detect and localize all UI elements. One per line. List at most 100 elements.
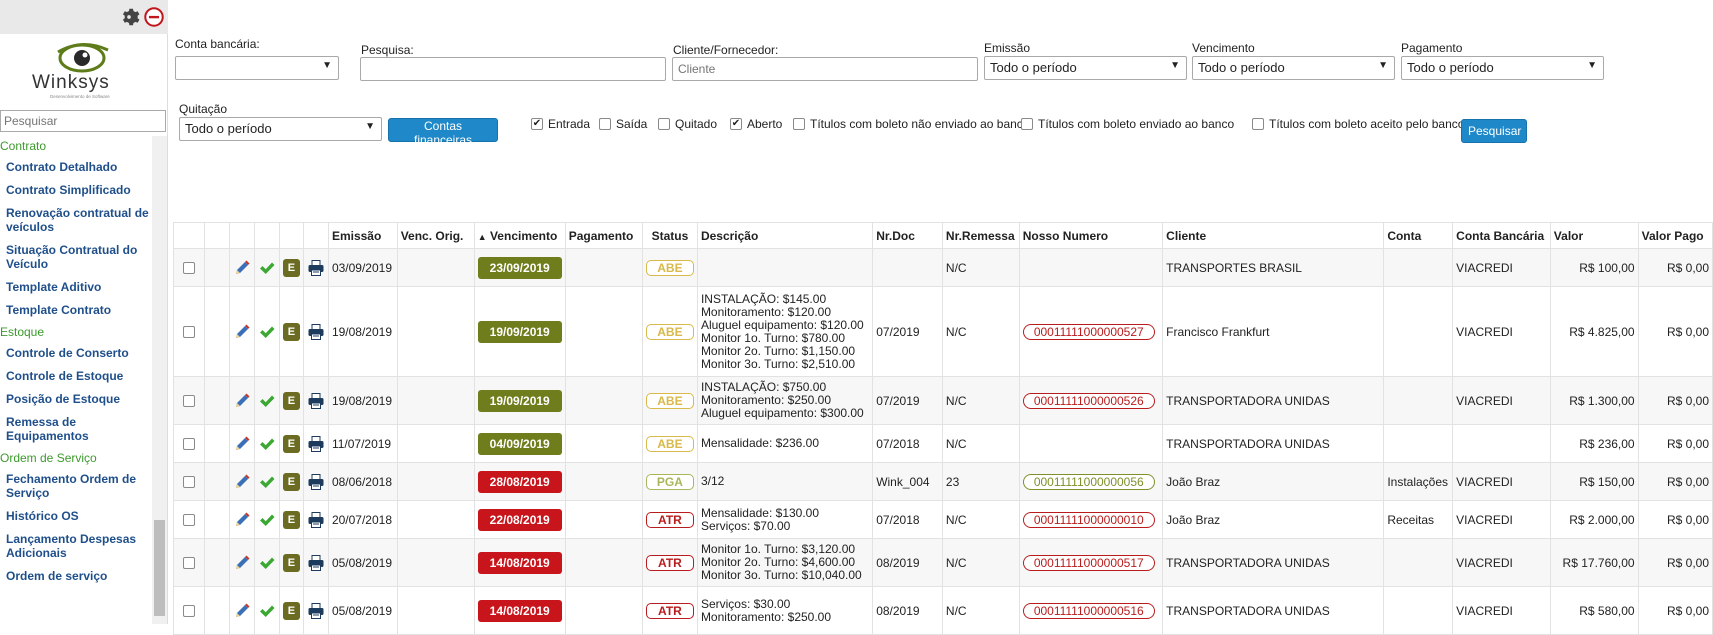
row-confirm-cell[interactable]	[253, 500, 280, 539]
checkbox-checked-icon[interactable]: ✔	[730, 118, 742, 130]
row-print-cell[interactable]	[302, 424, 329, 463]
row-confirm-cell[interactable]	[253, 424, 280, 463]
header-status[interactable]: Status	[641, 222, 698, 249]
row-edit-cell[interactable]	[228, 248, 255, 287]
checkmark-icon[interactable]	[258, 554, 276, 572]
filter-checkbox[interactable]: ✔ Entrada	[531, 117, 590, 131]
filter-checkbox[interactable]: Títulos com boleto não enviado ao banco	[793, 117, 1029, 131]
row-checkbox[interactable]	[183, 438, 196, 451]
printer-icon[interactable]	[307, 602, 325, 620]
filter-checkbox[interactable]: Quitado	[658, 117, 717, 131]
header-vencimento[interactable]: ▲ Vencimento	[473, 222, 566, 249]
table-row[interactable]: E 03/09/2019 23/09/2019 ABE N/C TRANSPORTES B…	[172, 248, 1713, 287]
header-conta[interactable]: Conta	[1383, 222, 1454, 249]
checkmark-icon[interactable]	[258, 435, 276, 453]
row-e-cell[interactable]: E	[278, 586, 304, 635]
sidebar-item[interactable]: Renovação contratual de veículos	[0, 202, 152, 239]
table-row[interactable]: E 19/08/2019 19/09/2019 ABE INSTALAÇÃO: $145…	[172, 286, 1713, 377]
filter-checkbox[interactable]: Saída	[599, 117, 647, 131]
conta-bancaria-select[interactable]: ▼	[175, 56, 339, 80]
row-edit-cell[interactable]	[228, 586, 255, 635]
sidebar-item[interactable]: Contrato Simplificado	[0, 179, 152, 202]
row-select-cell[interactable]	[172, 462, 206, 501]
sidebar-item[interactable]: Remessa de Equipamentos	[0, 411, 152, 448]
header-nosso-numero[interactable]: Nosso Numero	[1018, 222, 1164, 249]
checkbox-unchecked-icon[interactable]	[658, 118, 670, 130]
sidebar-item[interactable]: Template Contrato	[0, 299, 152, 322]
row-select-cell[interactable]	[172, 538, 206, 587]
printer-icon[interactable]	[307, 554, 325, 572]
row-confirm-cell[interactable]	[253, 538, 280, 587]
header-nr-doc[interactable]: Nr.Doc	[872, 222, 943, 249]
header-venc-orig[interactable]: Venc. Orig.	[396, 222, 475, 249]
sidebar-item[interactable]: Controle de Conserto	[0, 342, 152, 365]
checkmark-icon[interactable]	[258, 392, 276, 410]
row-checkbox[interactable]	[183, 476, 196, 489]
row-select-cell[interactable]	[172, 286, 206, 377]
filter-checkbox[interactable]: ✔ Aberto	[730, 117, 782, 131]
close-circle-icon[interactable]	[143, 6, 165, 28]
quitacao-select[interactable]: Todo o período ▼	[179, 117, 382, 141]
sidebar-item[interactable]: Template Aditivo	[0, 276, 152, 299]
checkmark-icon[interactable]	[258, 323, 276, 341]
checkbox-unchecked-icon[interactable]	[599, 118, 611, 130]
sidebar-scroll-thumb[interactable]	[154, 520, 165, 616]
row-edit-cell[interactable]	[228, 424, 255, 463]
header-cliente[interactable]: Cliente	[1162, 222, 1385, 249]
checkmark-icon[interactable]	[258, 259, 276, 277]
checkmark-icon[interactable]	[258, 473, 276, 491]
sidebar-item[interactable]: Contrato Detalhado	[0, 156, 152, 179]
header-nr-remessa[interactable]: Nr.Remessa	[941, 222, 1020, 249]
row-print-cell[interactable]	[302, 376, 329, 425]
sidebar-search-input[interactable]	[0, 110, 166, 132]
edit-pencil-icon[interactable]	[233, 323, 251, 341]
row-confirm-cell[interactable]	[253, 286, 280, 377]
row-e-cell[interactable]: E	[278, 376, 304, 425]
table-row[interactable]: E 19/08/2019 19/09/2019 ABE INSTALAÇÃO: $750…	[172, 376, 1713, 425]
e-button[interactable]: E	[282, 472, 300, 491]
row-print-cell[interactable]	[302, 286, 329, 377]
row-edit-cell[interactable]	[228, 376, 255, 425]
header-emissao[interactable]: Emissão	[327, 222, 398, 249]
checkmark-icon[interactable]	[258, 511, 276, 529]
row-select-cell[interactable]	[172, 424, 206, 463]
table-row[interactable]: E 11/07/2019 04/09/2019 ABE Mensalidade: $23…	[172, 424, 1713, 463]
sidebar-item[interactable]: Ordem de serviço	[0, 565, 152, 588]
contas-financeiras-button[interactable]: Contas financeiras	[388, 118, 498, 147]
checkbox-unchecked-icon[interactable]	[1252, 118, 1264, 130]
filter-checkbox[interactable]: Títulos com boleto enviado ao banco	[1021, 117, 1234, 131]
row-confirm-cell[interactable]	[253, 462, 280, 501]
e-button[interactable]: E	[282, 434, 300, 453]
row-e-cell[interactable]: E	[278, 424, 304, 463]
checkbox-unchecked-icon[interactable]	[1021, 118, 1033, 130]
row-checkbox[interactable]	[183, 557, 196, 570]
table-row[interactable]: E 20/07/2018 22/08/2019 ATR Mensalidade: $13…	[172, 500, 1713, 539]
emissao-select[interactable]: Todo o período ▼	[984, 56, 1187, 80]
sidebar-item[interactable]: Histórico OS	[0, 505, 152, 528]
edit-pencil-icon[interactable]	[233, 473, 251, 491]
sidebar-item[interactable]: Posição de Estoque	[0, 388, 152, 411]
row-checkbox[interactable]	[183, 514, 196, 527]
pesquisa-input[interactable]	[360, 57, 666, 81]
sidebar-item[interactable]: Lançamento Despesas Adicionais	[0, 528, 152, 565]
header-valor-pago[interactable]: Valor Pago	[1637, 222, 1713, 249]
row-edit-cell[interactable]	[228, 538, 255, 587]
sidebar-item[interactable]: Controle de Estoque	[0, 365, 152, 388]
printer-icon[interactable]	[307, 259, 325, 277]
row-select-cell[interactable]	[172, 586, 206, 635]
row-confirm-cell[interactable]	[253, 376, 280, 425]
printer-icon[interactable]	[307, 511, 325, 529]
header-conta-bancaria[interactable]: Conta Bancária	[1452, 222, 1551, 249]
e-button[interactable]: E	[282, 258, 300, 277]
row-edit-cell[interactable]	[228, 462, 255, 501]
header-valor[interactable]: Valor	[1549, 222, 1639, 249]
row-e-cell[interactable]: E	[278, 500, 304, 539]
header-pagamento[interactable]: Pagamento	[564, 222, 643, 249]
edit-pencil-icon[interactable]	[233, 511, 251, 529]
checkmark-icon[interactable]	[258, 602, 276, 620]
e-button[interactable]: E	[282, 391, 300, 410]
row-e-cell[interactable]: E	[278, 462, 304, 501]
pagamento-select[interactable]: Todo o período ▼	[1401, 56, 1604, 80]
row-print-cell[interactable]	[302, 462, 329, 501]
e-button[interactable]: E	[282, 510, 300, 529]
